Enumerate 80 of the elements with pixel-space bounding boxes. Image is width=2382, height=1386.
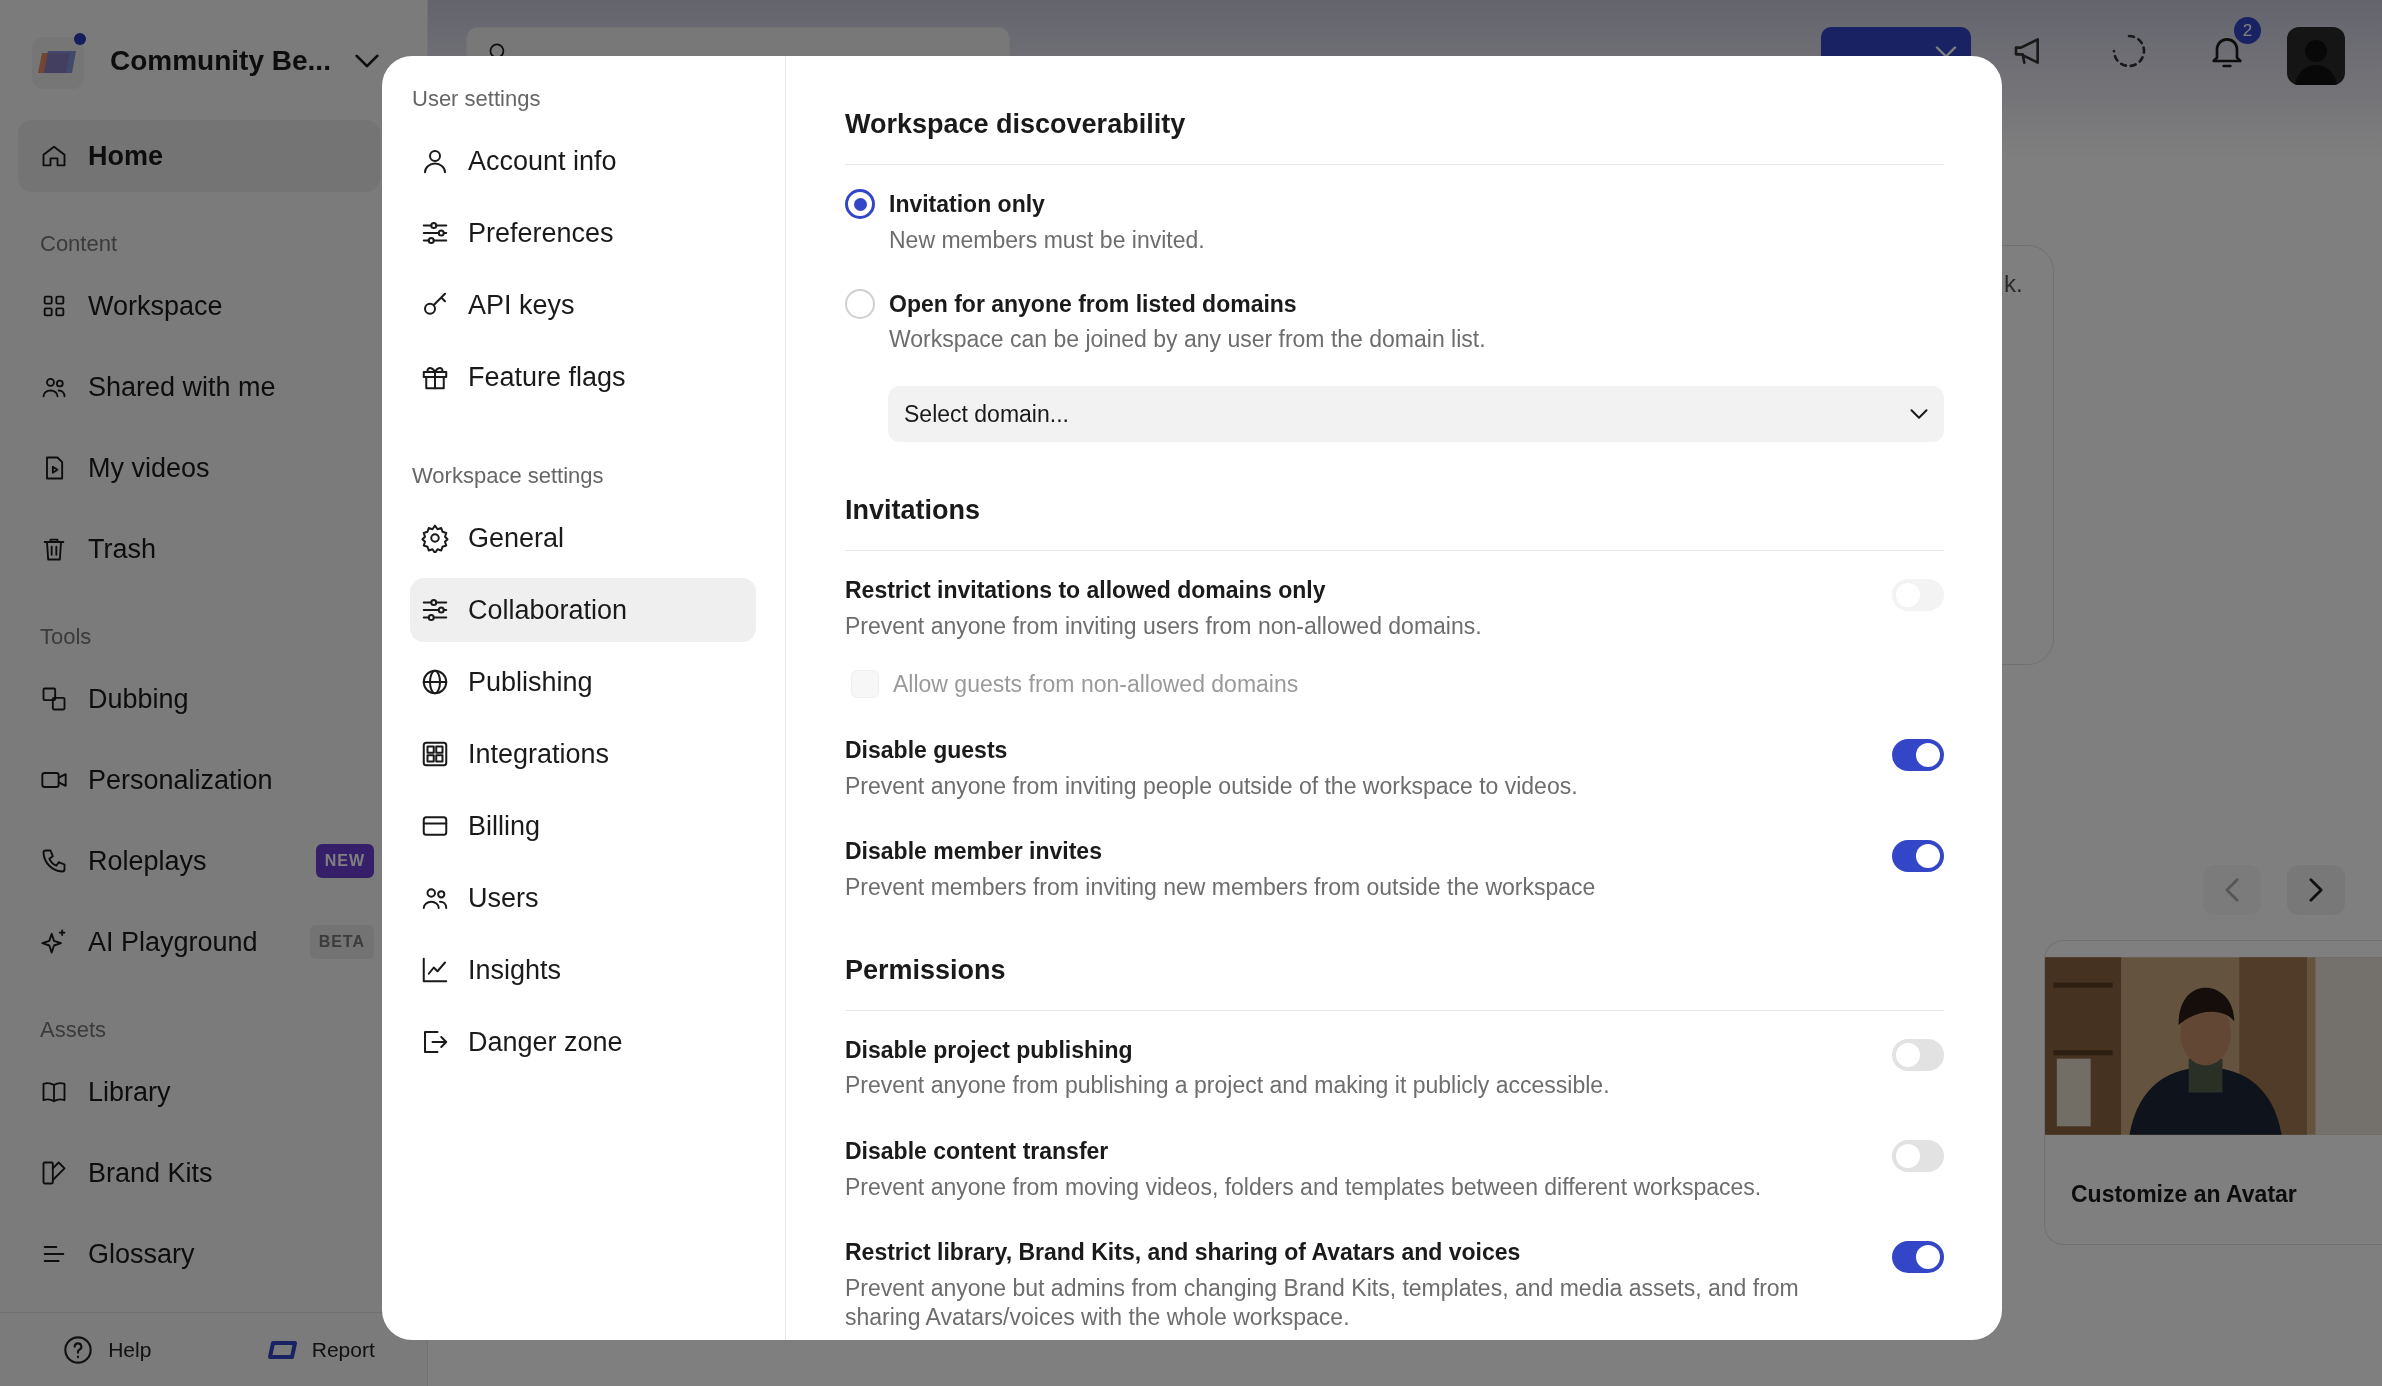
workspace-name[interactable]: Community Be... <box>110 40 331 82</box>
sparkle-icon <box>40 928 68 956</box>
chevron-left-icon <box>2225 878 2239 902</box>
settings-nav-item[interactable]: API keys <box>410 273 756 337</box>
section-label: Workspace settings <box>411 462 605 489</box>
section-heading: Permissions <box>845 953 1007 986</box>
setting-title: Restrict invitations to allowed domains only <box>845 576 1327 606</box>
chevron-down-icon <box>1910 408 1928 419</box>
swatch-icon <box>40 1159 68 1187</box>
squares-icon <box>40 685 68 713</box>
help-icon <box>62 1333 95 1366</box>
setting-title: Disable content transfer <box>845 1137 1110 1167</box>
sidebar-item[interactable]: My videos <box>18 432 380 504</box>
sidebar-item[interactable]: Dubbing <box>18 663 380 735</box>
section-label: Assets <box>39 1016 108 1044</box>
sidebar-item[interactable]: Workspace <box>18 270 380 342</box>
option-description: Workspace can be joined by any user from the domain list. <box>889 325 1486 354</box>
avatar[interactable] <box>2287 27 2345 85</box>
section-heading: Invitations <box>845 493 981 527</box>
option-title: Invitation only <box>889 190 1046 220</box>
card-title: Customize an Avatar <box>2070 1180 2298 1209</box>
phone-icon <box>40 847 68 875</box>
settings-nav-item[interactable]: Users <box>410 866 756 930</box>
settings-nav-item[interactable]: Collaboration <box>410 578 756 642</box>
help-button[interactable]: Help <box>0 1332 214 1367</box>
settings-nav-item[interactable]: Publishing <box>410 650 756 714</box>
section-heading: Workspace discoverability <box>845 108 1187 141</box>
report-button[interactable]: Report <box>213 1332 427 1367</box>
status-tag: NEW <box>315 844 374 878</box>
setting-title: Disable project publishing <box>845 1035 1134 1065</box>
option-description: New members must be invited. <box>889 225 1205 255</box>
settings-nav-item[interactable]: Preferences <box>410 201 756 265</box>
section-label: Tools <box>39 623 93 651</box>
toggle-switch[interactable] <box>1892 1038 1944 1071</box>
section-label: User settings <box>411 85 542 112</box>
toggle-switch[interactable] <box>1892 840 1944 873</box>
settings-nav-item[interactable]: General <box>410 506 756 570</box>
sidebar-item[interactable]: Roleplays NEW <box>18 825 380 897</box>
setting-description: Prevent anyone from inviting people outside of the workspace to videos. <box>845 771 1578 801</box>
sidebar-item[interactable]: AI Playground BETA <box>18 906 380 978</box>
toggle-switch[interactable] <box>1892 739 1944 772</box>
sidebar-item[interactable]: Brand Kits <box>18 1137 380 1209</box>
settings-nav-item[interactable]: Feature flags <box>410 345 756 409</box>
settings-nav-item[interactable]: Billing <box>410 794 756 858</box>
card-text: k. <box>2004 270 2023 297</box>
apps-icon <box>420 739 450 769</box>
gear-icon <box>420 523 450 553</box>
sidebar-item[interactable]: Library <box>18 1056 380 1128</box>
chevron-down-icon <box>354 54 379 68</box>
sidebar-item[interactable]: Trash <box>18 513 380 585</box>
checkbox-label: Allow guests from non-allowed domains <box>893 669 1299 699</box>
radio-button[interactable] <box>845 189 875 220</box>
setting-title: Disable member invites <box>845 837 1103 867</box>
toggle-switch[interactable] <box>1892 1241 1944 1274</box>
setting-title: Restrict library, Brand Kits, and sharing of Avatars and voices <box>845 1238 1522 1268</box>
sidebar-item[interactable]: Glossary <box>18 1218 380 1290</box>
next-button[interactable] <box>2287 865 2345 915</box>
settings-nav-item[interactable]: Account info <box>410 129 756 193</box>
notification-badge: 2 <box>2234 17 2261 44</box>
chart-icon <box>420 955 450 985</box>
settings-nav-item[interactable]: Insights <box>410 938 756 1002</box>
setting-description: Prevent members from inviting new members from outside the workspace <box>845 872 1596 902</box>
sidebar-item[interactable]: Personalization <box>18 744 380 816</box>
settings-nav-item[interactable]: Danger zone <box>410 1010 756 1074</box>
section-label: Content <box>39 230 119 258</box>
setting-description: Prevent anyone from moving videos, folders and templates between different workspaces. <box>845 1172 1762 1202</box>
setting-title: Disable guests <box>845 736 1009 766</box>
template-card[interactable]: Customize an Avatar <box>2044 940 2382 1245</box>
setting-description: Prevent anyone from publishing a project and making it publicly accessible. <box>845 1071 1610 1101</box>
status-tag: BETA <box>309 925 374 959</box>
setting-description: Prevent anyone but admins from changing Brand Kits, templates, and media assets, and from sharing Avatars/voices with the whole workspace. <box>845 1273 1800 1332</box>
setting-description: Prevent anyone from inviting users from non-allowed domains. <box>845 611 1482 641</box>
option-title: Open for anyone from listed domains <box>889 289 1298 319</box>
chevron-right-icon <box>2309 878 2323 902</box>
globe-icon <box>420 667 450 697</box>
toggle-switch[interactable] <box>1892 1140 1944 1173</box>
domain-select[interactable]: Select domain... <box>888 385 1944 442</box>
sidebar-item[interactable]: Shared with me <box>18 351 380 423</box>
settings-nav-item[interactable]: Integrations <box>410 722 756 786</box>
sidebar-item[interactable]: Home <box>18 120 380 192</box>
